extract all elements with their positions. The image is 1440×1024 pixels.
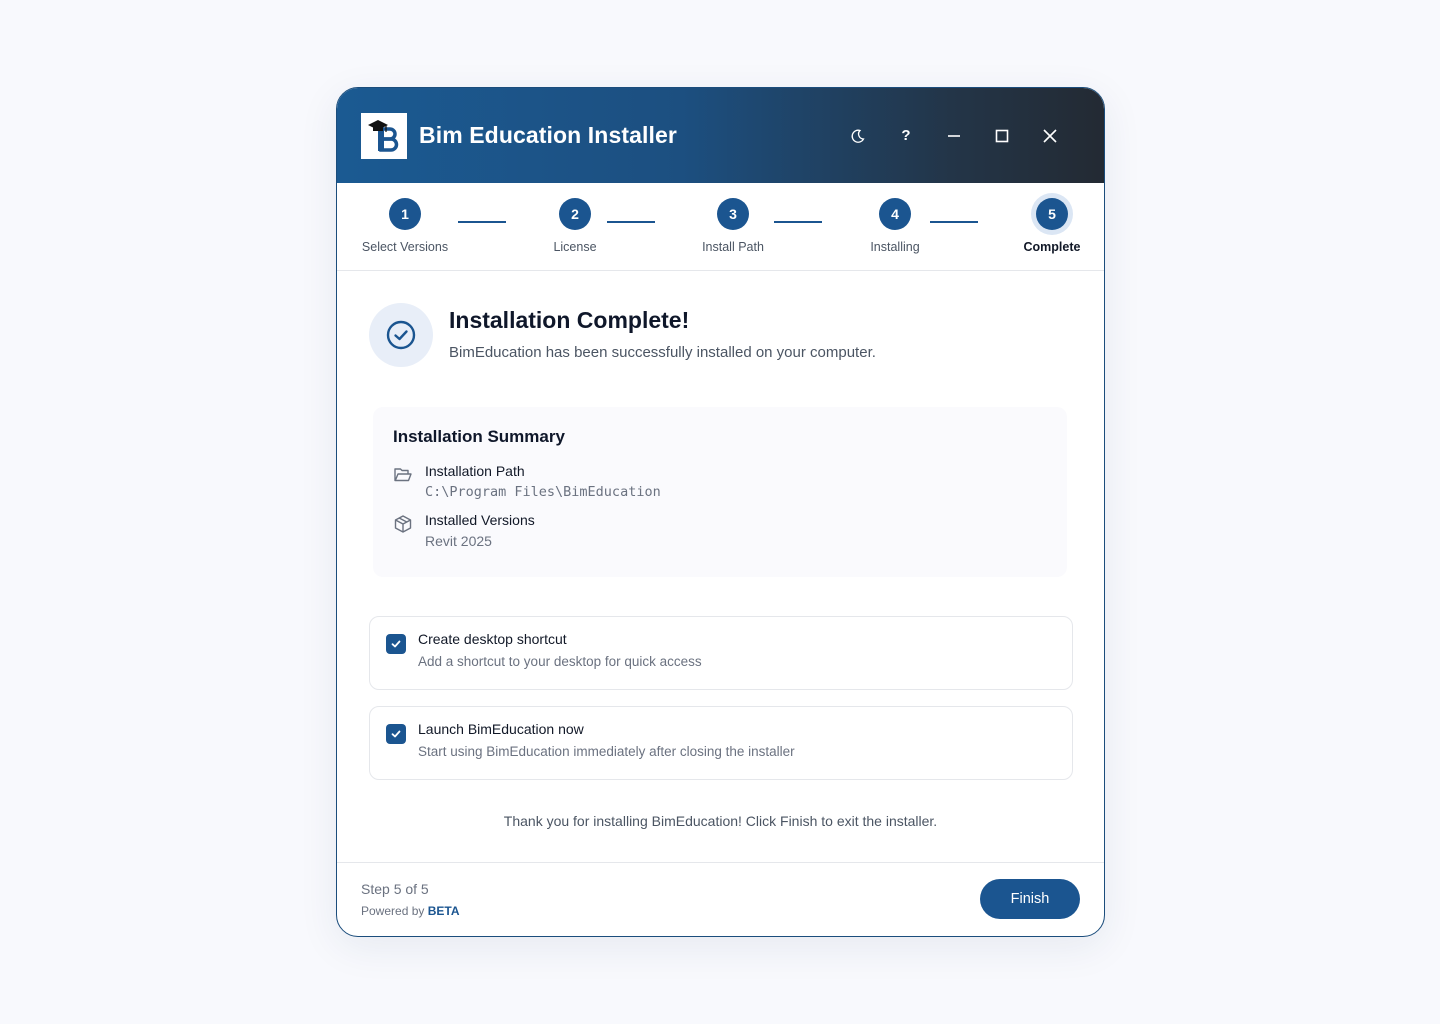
option-title: Launch BimEducation now: [418, 721, 584, 737]
step-complete: 5 Complete: [992, 198, 1104, 254]
summary-label: Installed Versions: [425, 512, 535, 528]
step-install-path: 3 Install Path: [673, 198, 793, 254]
folder-icon: [394, 468, 412, 482]
app-logo: [361, 112, 407, 159]
progress-stepper: 1 Select Versions 2 License 3 Install Pa…: [337, 183, 1104, 271]
window-controls: ?: [834, 88, 1074, 183]
check-circle-icon: [386, 320, 416, 350]
installed-versions-value: Revit 2025: [425, 533, 492, 549]
step-connector: [458, 221, 506, 223]
success-header: Installation Complete! BimEducation has …: [369, 303, 876, 367]
desktop-shortcut-checkbox[interactable]: [386, 634, 406, 654]
option-description: Add a shortcut to your desktop for quick…: [418, 654, 702, 669]
step-label: Select Versions: [361, 240, 449, 254]
step-label: Installing: [870, 240, 920, 254]
powered-by: Powered by BETA: [361, 904, 460, 918]
thanks-message: Thank you for installing BimEducation! C…: [503, 813, 938, 829]
step-number: 5: [1036, 198, 1068, 230]
window-title: Bim Education Installer: [419, 122, 677, 148]
moon-icon[interactable]: [834, 116, 882, 156]
success-title: Installation Complete!: [449, 307, 690, 333]
step-label: Install Path: [702, 240, 764, 254]
launch-now-option[interactable]: Launch BimEducation now Start using BimE…: [369, 706, 1073, 780]
summary-title: Installation Summary: [393, 427, 565, 446]
step-select-versions: 1 Select Versions: [345, 198, 465, 254]
step-number: 3: [717, 198, 749, 230]
close-icon[interactable]: [1026, 116, 1074, 156]
step-label: Complete: [1023, 240, 1081, 254]
success-badge: [369, 303, 433, 367]
package-icon: [394, 515, 412, 533]
minimize-icon[interactable]: [930, 116, 978, 156]
step-license: 2 License: [515, 198, 635, 254]
desktop-shortcut-option[interactable]: Create desktop shortcut Add a shortcut t…: [369, 616, 1073, 690]
option-title: Create desktop shortcut: [418, 631, 567, 647]
launch-now-checkbox[interactable]: [386, 724, 406, 744]
maximize-icon[interactable]: [978, 116, 1026, 156]
option-description: Start using BimEducation immediately aft…: [418, 744, 795, 759]
footer: Step 5 of 5 Powered by BETA Finish: [337, 862, 1104, 936]
summary-row-path: Installation Path C:\Program Files\BimEd…: [393, 463, 1047, 500]
step-installing: 4 Installing: [835, 198, 955, 254]
success-subtitle: BimEducation has been successfully insta…: [449, 344, 876, 361]
checkmark-icon: [391, 640, 401, 648]
checkmark-icon: [391, 730, 401, 738]
title-bar[interactable]: Bim Education Installer ?: [337, 88, 1104, 183]
step-count: Step 5 of 5: [361, 881, 429, 897]
installation-path-value: C:\Program Files\BimEducation: [425, 484, 661, 500]
powered-prefix: Powered by: [361, 904, 425, 918]
step-label: License: [553, 240, 597, 254]
help-icon[interactable]: ?: [882, 116, 930, 156]
help-label: ?: [901, 127, 911, 144]
step-number: 2: [559, 198, 591, 230]
finish-button[interactable]: Finish: [980, 879, 1080, 919]
step-number: 4: [879, 198, 911, 230]
summary-label: Installation Path: [425, 463, 525, 479]
step-number: 1: [389, 198, 421, 230]
graduation-cap-b-logo-icon: [368, 119, 399, 152]
installation-summary: Installation Summary Installation Path C…: [373, 407, 1067, 577]
installer-window: Bim Education Installer ? 1 Select Versi…: [336, 87, 1105, 937]
summary-row-versions: Installed Versions Revit 2025: [393, 512, 1047, 549]
powered-brand: BETA: [427, 904, 460, 918]
main-content: Installation Complete! BimEducation has …: [337, 271, 1104, 863]
